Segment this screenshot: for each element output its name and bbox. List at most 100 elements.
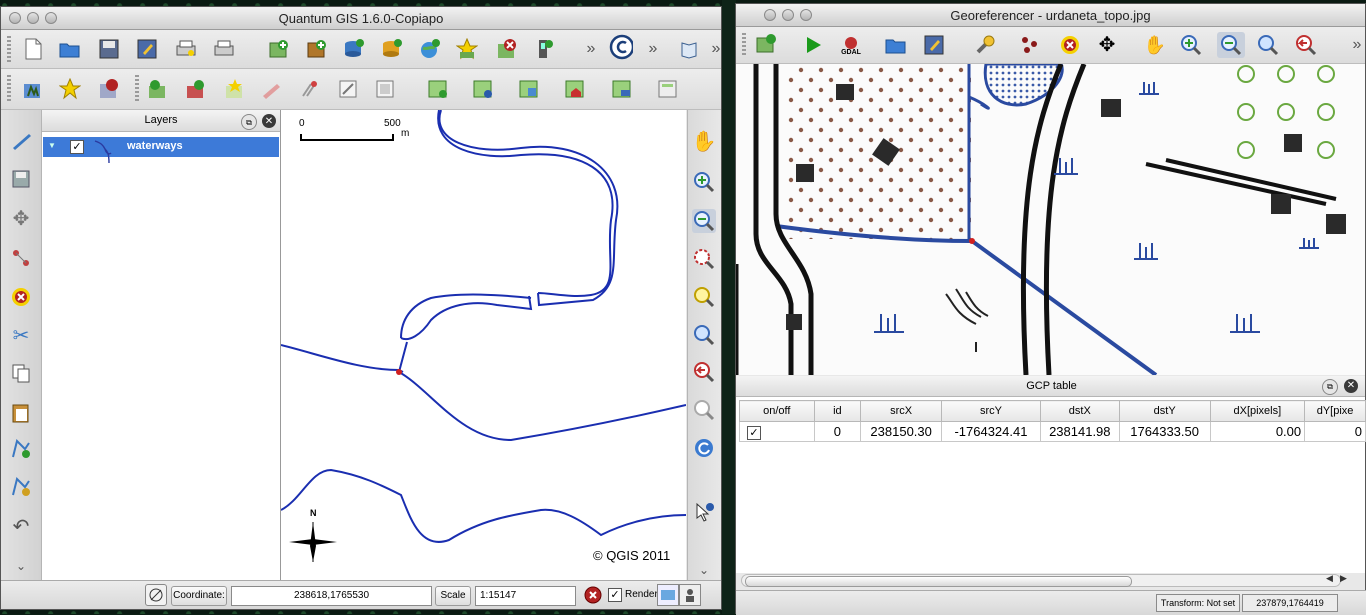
- zoom-layer-icon[interactable]: [1256, 33, 1280, 57]
- layer-visibility-checkbox[interactable]: ✓: [70, 140, 84, 154]
- col-header-id[interactable]: id: [813, 400, 862, 422]
- identify-icon[interactable]: [692, 500, 716, 524]
- print-composer-icon[interactable]: [174, 37, 198, 61]
- gcp-horizontal-scrollbar[interactable]: [741, 574, 1341, 587]
- toggle-extents-icon[interactable]: [145, 584, 167, 606]
- new-vector-layer-icon[interactable]: [455, 37, 479, 61]
- messages-icon[interactable]: [679, 584, 701, 606]
- toolbar-grip[interactable]: [7, 36, 11, 62]
- move-feature-icon[interactable]: [298, 77, 322, 101]
- zoom-out-icon[interactable]: [1217, 32, 1245, 58]
- add-spatialite-layer-icon[interactable]: [380, 37, 404, 61]
- raster-canvas[interactable]: [736, 64, 1365, 375]
- gcp-dsty[interactable]: 1764333.50: [1118, 421, 1211, 442]
- gcp-srcx[interactable]: 238150.30: [860, 421, 943, 442]
- save-project-icon[interactable]: [97, 37, 121, 61]
- float-panel-icon[interactable]: ⧉: [1322, 379, 1338, 395]
- projection-icon[interactable]: [657, 584, 679, 606]
- digitize-node-icon[interactable]: [9, 246, 33, 270]
- pan-hand-icon[interactable]: ✋: [1143, 33, 1167, 57]
- new-shapefile-icon[interactable]: [58, 77, 82, 101]
- zoom-in-icon[interactable]: [1179, 33, 1203, 57]
- stop-render-icon[interactable]: [582, 584, 604, 606]
- transformation-settings-icon[interactable]: [973, 33, 997, 57]
- map-bookmark-icon[interactable]: [656, 77, 680, 101]
- scrollbar-thumb[interactable]: [745, 576, 1132, 587]
- map-zoom-icon[interactable]: [517, 77, 541, 101]
- remove-layer-icon[interactable]: [495, 37, 519, 61]
- pencil-edit-icon[interactable]: [260, 77, 284, 101]
- col-header-srcx[interactable]: srcX: [860, 400, 943, 422]
- refresh-icon[interactable]: [692, 436, 716, 460]
- toolbar-overflow-2-icon[interactable]: »: [641, 37, 665, 61]
- paste-features-icon[interactable]: [9, 400, 33, 424]
- add-feature-icon[interactable]: [146, 77, 170, 101]
- gdal-script-icon[interactable]: GDAL: [836, 31, 866, 59]
- toolbar-overflow-icon[interactable]: »: [579, 37, 603, 61]
- copyright-icon[interactable]: [609, 34, 633, 60]
- map-home-icon[interactable]: [563, 77, 587, 101]
- render-checkbox[interactable]: ✓: [608, 588, 622, 602]
- save-edits-icon[interactable]: [9, 167, 33, 191]
- save-gcp-icon[interactable]: [922, 33, 946, 57]
- zoom-in-icon[interactable]: [692, 170, 716, 194]
- add-vector-layer-icon[interactable]: [267, 37, 291, 61]
- delete-point-icon[interactable]: [1058, 33, 1082, 57]
- help-book-icon[interactable]: [677, 37, 701, 61]
- zoom-full-icon[interactable]: [692, 285, 716, 309]
- gcp-enabled-checkbox[interactable]: ✓: [739, 421, 815, 442]
- float-panel-icon[interactable]: ⧉: [241, 114, 257, 130]
- map-canvas[interactable]: 0 500 m N © QGIS 2011: [281, 110, 686, 580]
- save-as-icon[interactable]: [135, 37, 159, 61]
- zoom-layer-icon[interactable]: [692, 323, 716, 347]
- node-tool-icon[interactable]: [337, 77, 361, 101]
- add-polygon-icon[interactable]: [184, 77, 208, 101]
- layer-row[interactable]: ▼ ✓ waterways: [43, 137, 279, 164]
- close-panel-icon[interactable]: ✕: [1344, 379, 1358, 393]
- cut-features-icon[interactable]: ✂: [9, 324, 33, 348]
- scale-field[interactable]: 1:15147: [475, 586, 576, 606]
- copy-features-icon[interactable]: [9, 361, 33, 385]
- zoom-next-icon[interactable]: [692, 398, 716, 422]
- toolbar-overflow-3-icon[interactable]: »: [704, 37, 721, 61]
- toolbar-grip[interactable]: [135, 75, 139, 103]
- col-header-srcy[interactable]: srcY: [941, 400, 1041, 422]
- delete-selected-icon[interactable]: [9, 285, 33, 309]
- add-point-icon[interactable]: [1018, 33, 1042, 57]
- col-header-dy[interactable]: dY[pixe: [1304, 400, 1366, 422]
- new-map-icon[interactable]: [426, 77, 450, 101]
- scroll-down-right-icon[interactable]: ⌄: [692, 558, 716, 582]
- col-header-dsty[interactable]: dstY: [1118, 400, 1211, 422]
- expand-triangle-icon[interactable]: ▼: [48, 141, 56, 150]
- zoom-last-icon[interactable]: [1294, 33, 1318, 57]
- toolbar-overflow-icon[interactable]: »: [1345, 33, 1365, 57]
- toggle-editing-icon[interactable]: [9, 128, 33, 152]
- zoom-out-icon[interactable]: [692, 209, 716, 233]
- add-postgis-layer-icon[interactable]: [342, 37, 366, 61]
- scroll-down-icon[interactable]: ⌄: [9, 554, 33, 578]
- undo-icon[interactable]: ↶: [9, 515, 33, 539]
- coordinate-field[interactable]: 238618,1765530: [231, 586, 432, 606]
- new-project-icon[interactable]: [21, 37, 45, 61]
- map-info-icon[interactable]: [471, 77, 495, 101]
- scroll-left-icon[interactable]: ◀: [1326, 573, 1333, 584]
- gcp-dstx[interactable]: 238141.98: [1039, 421, 1120, 442]
- add-raster-layer-icon[interactable]: [305, 37, 329, 61]
- table-row[interactable]: ✓ 0 238150.30 -1764324.41 238141.98 1764…: [739, 421, 1366, 442]
- start-georeferencing-icon[interactable]: [801, 33, 825, 57]
- gcp-srcy[interactable]: -1764324.41: [941, 421, 1041, 442]
- add-wms-layer-icon[interactable]: [418, 37, 442, 61]
- open-raster-icon[interactable]: [754, 33, 778, 57]
- col-header-dstx[interactable]: dstX: [1039, 400, 1120, 422]
- close-panel-icon[interactable]: ✕: [262, 114, 276, 128]
- select-star-icon[interactable]: [223, 77, 247, 101]
- open-project-icon[interactable]: [58, 37, 82, 61]
- zoom-last-icon[interactable]: [692, 360, 716, 384]
- pan-hand-icon[interactable]: ✋: [692, 130, 717, 154]
- col-header-dx[interactable]: dX[pixels]: [1209, 400, 1306, 422]
- vector-layer-icon[interactable]: [21, 77, 45, 101]
- map-tips-icon[interactable]: [610, 77, 634, 101]
- col-header-onoff[interactable]: on/off: [739, 400, 815, 422]
- toolbar-grip[interactable]: [742, 33, 746, 57]
- copy-feature-icon[interactable]: [374, 77, 398, 101]
